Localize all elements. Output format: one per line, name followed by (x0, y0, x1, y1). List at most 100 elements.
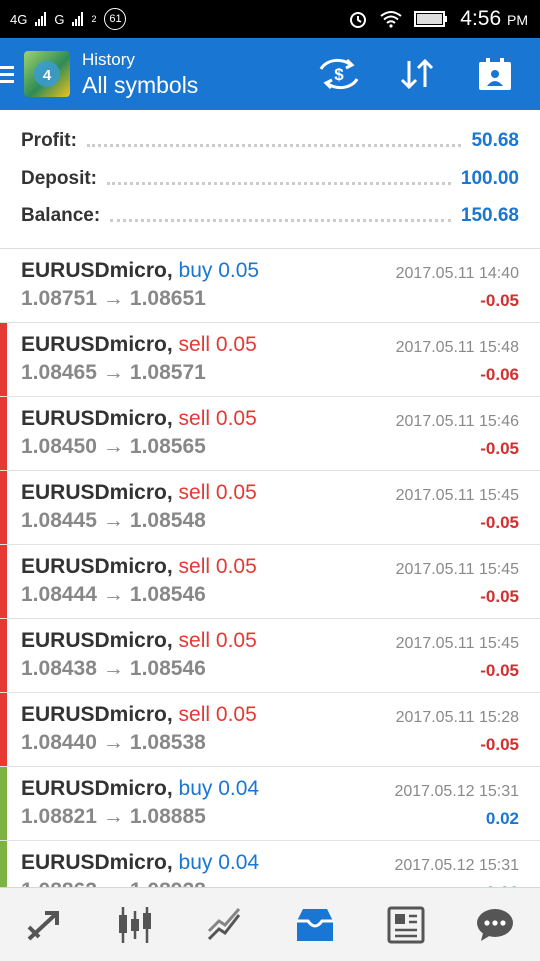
close-price: 1.08546 (129, 583, 206, 606)
arrow-icon: → (102, 509, 124, 532)
trade-side: sell 0.05 (178, 333, 257, 356)
news-icon (387, 906, 425, 943)
list-item[interactable]: EURUSDmicro, sell 0.05 1.08450 → 1.08565 201… (0, 397, 540, 471)
open-price: 1.08440 (21, 731, 97, 754)
menu-icon[interactable] (0, 65, 14, 83)
nav-chart[interactable] (105, 895, 165, 955)
network-type-1: 4G (10, 11, 28, 27)
signal-icon (35, 12, 47, 26)
arrow-icon: → (102, 657, 124, 680)
trade-symbol-line: EURUSDmicro, sell 0.05 (21, 407, 257, 431)
report-button[interactable] (470, 49, 520, 99)
sell-indicator (0, 545, 7, 618)
report-icon (479, 58, 511, 90)
trade-symbol: EURUSDmicro, (21, 703, 173, 726)
sort-button[interactable] (392, 49, 442, 99)
signal-icon-2 (72, 12, 84, 26)
trade-symbol-line: EURUSDmicro, buy 0.04 (21, 777, 259, 801)
list-item[interactable]: EURUSDmicro, buy 0.04 1.08821 → 1.08885 2017… (0, 767, 540, 841)
chat-icon (477, 908, 513, 941)
dots-divider (107, 181, 451, 185)
sim-index: 2 (91, 14, 97, 24)
trade-symbol-line: EURUSDmicro, sell 0.05 (21, 333, 257, 357)
close-price: 1.08651 (129, 287, 206, 310)
buy-indicator (0, 841, 7, 887)
open-price: 1.08465 (21, 361, 97, 384)
trade-prices: 1.08438 → 1.08546 (21, 657, 206, 681)
profit-label: Profit: (21, 130, 77, 151)
trade-side: sell 0.05 (178, 629, 257, 652)
list-item[interactable]: EURUSDmicro, buy 0.04 1.08862 → 1.08928 2017… (0, 841, 540, 887)
quotes-icon (27, 910, 59, 940)
dots-divider (110, 218, 451, 222)
chart-icon (119, 906, 151, 943)
trade-time: 2017.05.12 15:31 (394, 783, 519, 800)
nav-trade[interactable] (195, 895, 255, 955)
exchange-button[interactable]: $ (314, 49, 364, 99)
trade-prices: 1.08445 → 1.08548 (21, 509, 206, 533)
trade-symbol: EURUSDmicro, (21, 555, 173, 578)
nav-news[interactable] (375, 895, 435, 955)
trade-symbol-line: EURUSDmicro, buy 0.04 (21, 851, 259, 875)
list-item[interactable]: EURUSDmicro, sell 0.05 1.08445 → 1.08548 201… (0, 471, 540, 545)
trade-symbol-line: EURUSDmicro, sell 0.05 (21, 629, 257, 653)
close-price: 1.08571 (129, 361, 206, 384)
trade-profit: -0.05 (480, 439, 519, 458)
trade-side: sell 0.05 (178, 555, 257, 578)
sell-indicator (0, 397, 7, 470)
trade-time: 2017.05.11 15:46 (395, 413, 519, 430)
nav-chat[interactable] (465, 895, 525, 955)
trade-prices: 1.08821 → 1.08885 (21, 805, 206, 829)
trade-symbol-line: EURUSDmicro, sell 0.05 (21, 481, 257, 505)
trade-symbol-line: EURUSDmicro, buy 0.05 (21, 259, 259, 283)
svg-text:4: 4 (43, 67, 52, 84)
sell-indicator (0, 619, 7, 692)
trade-side: sell 0.05 (178, 703, 257, 726)
list-item[interactable]: EURUSDmicro, sell 0.05 1.08444 → 1.08546 201… (0, 545, 540, 619)
trade-profit: -0.05 (480, 735, 519, 754)
nav-history[interactable] (285, 895, 345, 955)
dots-divider (86, 143, 462, 147)
header-title[interactable]: All symbols (82, 72, 198, 99)
arrow-icon: → (102, 435, 124, 458)
trade-side: sell 0.05 (178, 481, 257, 504)
nav-quotes[interactable] (15, 895, 75, 955)
close-price: 1.08565 (129, 435, 206, 458)
trade-prices: 1.08444 → 1.08546 (21, 583, 206, 607)
trade-time: 2017.05.11 15:45 (395, 635, 519, 652)
arrow-icon: → (102, 805, 124, 828)
trade-time: 2017.05.11 14:40 (395, 265, 519, 282)
arrow-icon: → (102, 287, 124, 310)
close-price: 1.08548 (129, 509, 206, 532)
close-price: 1.08885 (129, 805, 206, 828)
deposit-value: 100.00 (460, 168, 519, 189)
arrow-icon: → (102, 583, 124, 606)
summary-row-deposit: Deposit: 100.00 (21, 164, 519, 194)
trade-prices: 1.08450 → 1.08565 (21, 435, 206, 459)
arrow-icon: → (102, 361, 124, 384)
arrow-icon: → (102, 731, 124, 754)
trade-side: buy 0.04 (178, 777, 260, 800)
trade-profit: -0.05 (480, 661, 519, 680)
trade-profit: -0.05 (480, 513, 519, 532)
trade-prices: 1.08751 → 1.08651 (21, 287, 206, 311)
exchange-icon: $ (319, 58, 359, 90)
header-subtitle: History (82, 49, 135, 69)
list-item[interactable]: EURUSDmicro, sell 0.05 1.08440 → 1.08538 201… (0, 693, 540, 767)
sell-indicator (0, 693, 7, 766)
list-item[interactable]: EURUSDmicro, sell 0.05 1.08438 → 1.08546 201… (0, 619, 540, 693)
trade-symbol: EURUSDmicro, (21, 259, 173, 282)
open-price: 1.08821 (21, 805, 97, 828)
list-item[interactable]: EURUSDmicro, sell 0.05 1.08465 → 1.08571 201… (0, 323, 540, 397)
open-price: 1.08862 (21, 879, 97, 887)
account-summary: Profit: 50.68 Deposit: 100.00 Balance: 1… (0, 110, 540, 249)
history-icon (297, 908, 333, 941)
network-type-2: G (54, 11, 65, 27)
trade-symbol: EURUSDmicro, (21, 407, 173, 430)
trade-time: 2017.05.11 15:45 (395, 561, 519, 578)
trade-prices: 1.08465 → 1.08571 (21, 361, 206, 385)
notification-badge: 61 (104, 8, 127, 30)
list-item[interactable]: EURUSDmicro, buy 0.05 1.08751 → 1.08651 2017… (0, 249, 540, 323)
arrow-icon: → (103, 879, 124, 887)
open-price: 1.08445 (21, 509, 97, 532)
